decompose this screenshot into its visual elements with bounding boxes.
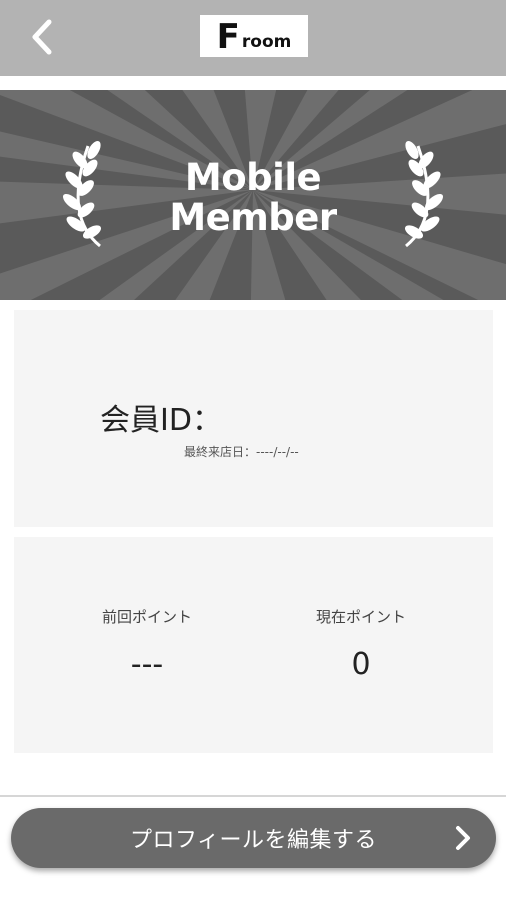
banner-title-line2: Member — [169, 196, 337, 239]
points-card: 前回ポイント --- 現在ポイント 0 — [14, 537, 493, 753]
member-info-card: 会員ID： 最終来店日：----/--/-- — [14, 310, 493, 527]
previous-points-value: --- — [130, 647, 164, 682]
edit-profile-label: プロフィールを編集する — [129, 828, 378, 853]
chevron-left-icon — [32, 19, 52, 55]
logo-letter: F — [216, 17, 240, 57]
membership-banner: Mobile Member — [0, 90, 506, 300]
app-header: F room — [0, 0, 506, 76]
last-visit-date: 最終来店日：----/--/-- — [184, 445, 299, 459]
member-id-label: 会員ID： — [100, 403, 222, 438]
logo-text: room — [241, 32, 292, 52]
previous-points: 前回ポイント --- — [47, 607, 247, 683]
banner-title-line1: Mobile — [184, 156, 322, 199]
previous-points-label: 前回ポイント — [101, 608, 192, 626]
current-points: 現在ポイント 0 — [261, 607, 461, 683]
divider — [0, 795, 506, 797]
app-logo: F room — [200, 15, 308, 57]
chevron-right-icon — [456, 826, 470, 850]
current-points-label: 現在ポイント — [315, 608, 406, 626]
banner-title: Mobile Member — [0, 158, 506, 238]
edit-profile-button[interactable]: プロフィールを編集する — [11, 808, 496, 868]
back-button[interactable] — [22, 14, 62, 60]
current-points-value: 0 — [351, 647, 371, 682]
